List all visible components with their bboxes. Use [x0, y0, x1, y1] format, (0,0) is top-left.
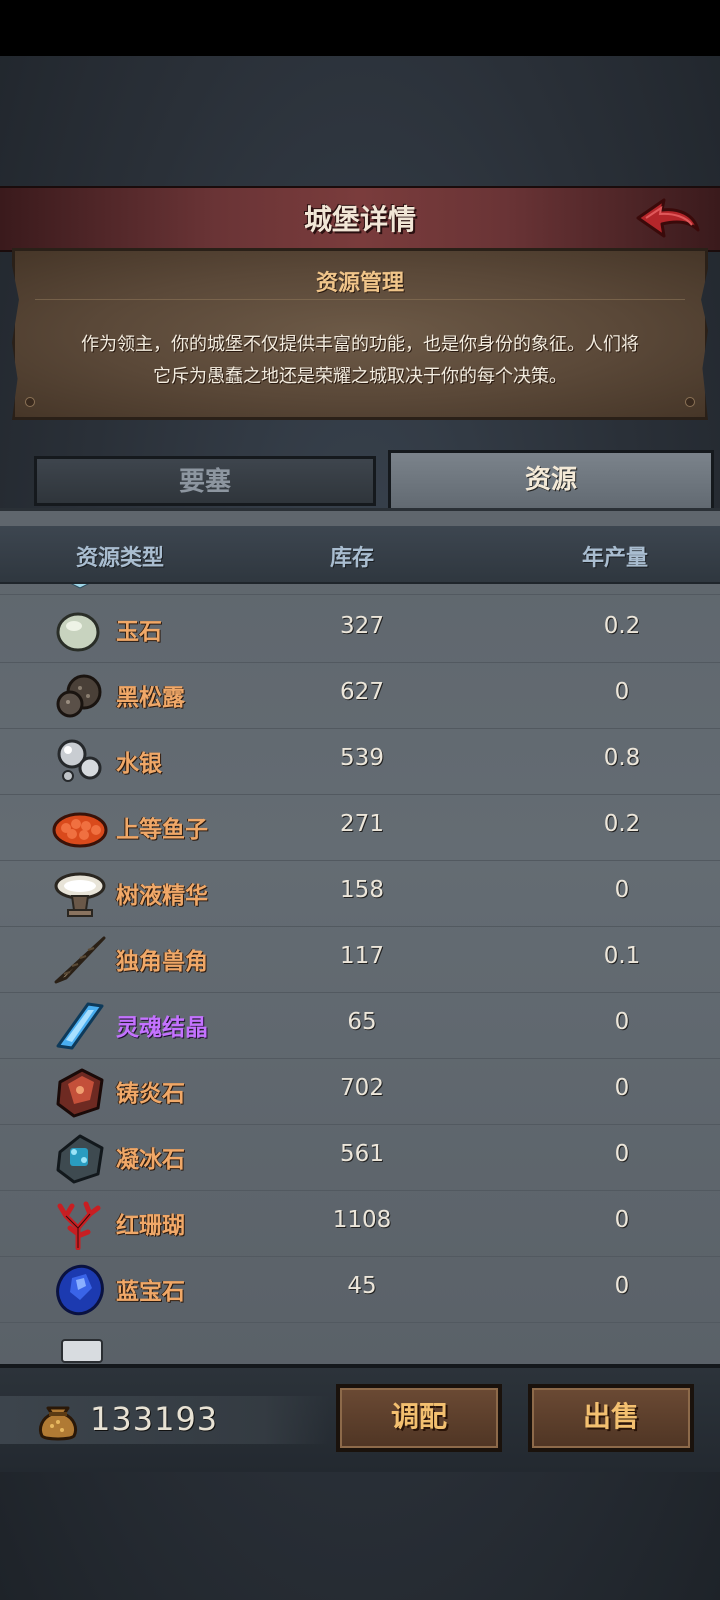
- info-description-line: 它斥为愚蠢之地还是荣耀之城取决于你的每个决策。: [153, 366, 567, 387]
- sapphire-icon: [56, 1264, 104, 1316]
- jade-icon: [56, 612, 100, 652]
- crystal-icon: [70, 584, 90, 589]
- resource-name: 铸炎石: [116, 1081, 185, 1107]
- soul-crystal-icon: [56, 1002, 104, 1050]
- resource-yearly: 0.8: [603, 745, 641, 771]
- column-header-stock: 库存: [330, 546, 375, 571]
- table-row[interactable]: 上等鱼子 271 0.2: [0, 794, 720, 861]
- table-row[interactable]: 灵魂结晶 65 0: [0, 992, 720, 1059]
- sell-button[interactable]: 出售: [528, 1384, 694, 1452]
- unicorn-horn-icon: [54, 936, 106, 984]
- title-bar: 城堡详情: [0, 186, 720, 252]
- resource-yearly: 0.2: [603, 613, 641, 639]
- rivet: [25, 397, 35, 407]
- resource-yearly: 0: [614, 877, 630, 903]
- resource-stock: 117: [340, 943, 384, 969]
- info-title: 资源管理: [315, 271, 404, 296]
- resource-name: 黑松露: [116, 685, 185, 711]
- tab-strip: 要塞 资源: [28, 450, 714, 512]
- resource-name: 凝冰石: [116, 1147, 185, 1173]
- sap-essence-icon: [54, 872, 106, 917]
- gold-amount: 133193: [90, 1400, 219, 1438]
- back-button[interactable]: [634, 196, 702, 244]
- tab-resources[interactable]: 资源: [388, 450, 714, 508]
- silver-ingot-icon: [61, 1339, 103, 1363]
- table-row[interactable]: 独角兽角 117 0.1: [0, 926, 720, 993]
- table-header: 资源类型 库存 年产量: [0, 526, 720, 584]
- table-row[interactable]: 玉石 327 0.2: [0, 596, 720, 663]
- resource-yearly: 0: [614, 1273, 630, 1299]
- resource-yearly: 0: [614, 679, 630, 705]
- resource-stock: 158: [340, 877, 384, 903]
- table-row[interactable]: 树液精华 158 0: [0, 860, 720, 927]
- back-arrow-icon: [636, 198, 700, 238]
- tab-fortress[interactable]: 要塞: [34, 456, 376, 506]
- resource-yearly: 0: [614, 1075, 630, 1101]
- resource-stock: 65: [347, 1009, 377, 1035]
- info-panel: 资源管理 作为领主，你的城堡不仅提供丰富的功能，也是你身份的象征。人们将 它斥为…: [12, 248, 708, 420]
- resource-yearly: 0.1: [603, 943, 641, 969]
- resource-yearly: 0.2: [603, 811, 641, 837]
- gold-sack-icon: [38, 1406, 78, 1441]
- column-header-type: 资源类型: [76, 546, 165, 571]
- column-header-yearly: 年产量: [582, 546, 649, 571]
- divider: [0, 594, 720, 595]
- table-row[interactable]: 红珊瑚 1108 0: [0, 1190, 720, 1257]
- resource-yearly: 0: [614, 1141, 630, 1167]
- resource-name: 独角兽角: [116, 949, 208, 975]
- forge-stone-icon: [56, 1068, 104, 1118]
- resource-stock: 561: [340, 1141, 384, 1167]
- resource-stock: 1108: [332, 1207, 392, 1233]
- page-title: 城堡详情: [303, 203, 416, 236]
- table-row[interactable]: 蓝宝石 45 0: [0, 1256, 720, 1323]
- resource-name: 上等鱼子: [116, 817, 208, 843]
- resource-name: 红珊瑚: [116, 1213, 185, 1239]
- resource-name: 灵魂结晶: [116, 1015, 208, 1041]
- resource-stock: 327: [340, 613, 384, 639]
- resource-stock: 45: [347, 1273, 377, 1299]
- resource-yearly: 0: [614, 1207, 630, 1233]
- resource-name: 玉石: [116, 619, 162, 645]
- black-truffle-icon: [56, 674, 102, 718]
- table-row[interactable]: 黑松露 627 0: [0, 662, 720, 729]
- resource-stock: 627: [340, 679, 384, 705]
- table-row[interactable]: 水银 539 0.8: [0, 728, 720, 795]
- red-coral-icon: [57, 1201, 101, 1250]
- table-row[interactable]: 凝冰石 561 0: [0, 1124, 720, 1191]
- resource-stock: 539: [340, 745, 384, 771]
- resource-name: 水银: [116, 751, 162, 777]
- table-row[interactable]: 铸炎石 702 0: [0, 1058, 720, 1125]
- info-description-line: 作为领主，你的城堡不仅提供丰富的功能，也是你身份的象征。人们将: [81, 334, 639, 355]
- info-description: 作为领主，你的城堡不仅提供丰富的功能，也是你身份的象征。人们将 它斥为愚蠢之地还…: [45, 329, 675, 393]
- resource-list[interactable]: 玉石 327 0.2 黑松露 627 0 水银 539 0.8 上等鱼子 271…: [0, 584, 720, 1364]
- frost-stone-icon: [56, 1134, 104, 1184]
- resource-yearly: 0: [614, 1009, 630, 1035]
- resource-name: 蓝宝石: [116, 1279, 185, 1305]
- mercury-icon: [57, 739, 102, 782]
- resource-stock: 702: [340, 1075, 384, 1101]
- rivet: [685, 397, 695, 407]
- allocate-button[interactable]: 调配: [336, 1384, 502, 1452]
- resource-name: 树液精华: [116, 883, 208, 909]
- caviar-icon: [52, 812, 108, 848]
- divider: [35, 299, 685, 300]
- resource-stock: 271: [340, 811, 384, 837]
